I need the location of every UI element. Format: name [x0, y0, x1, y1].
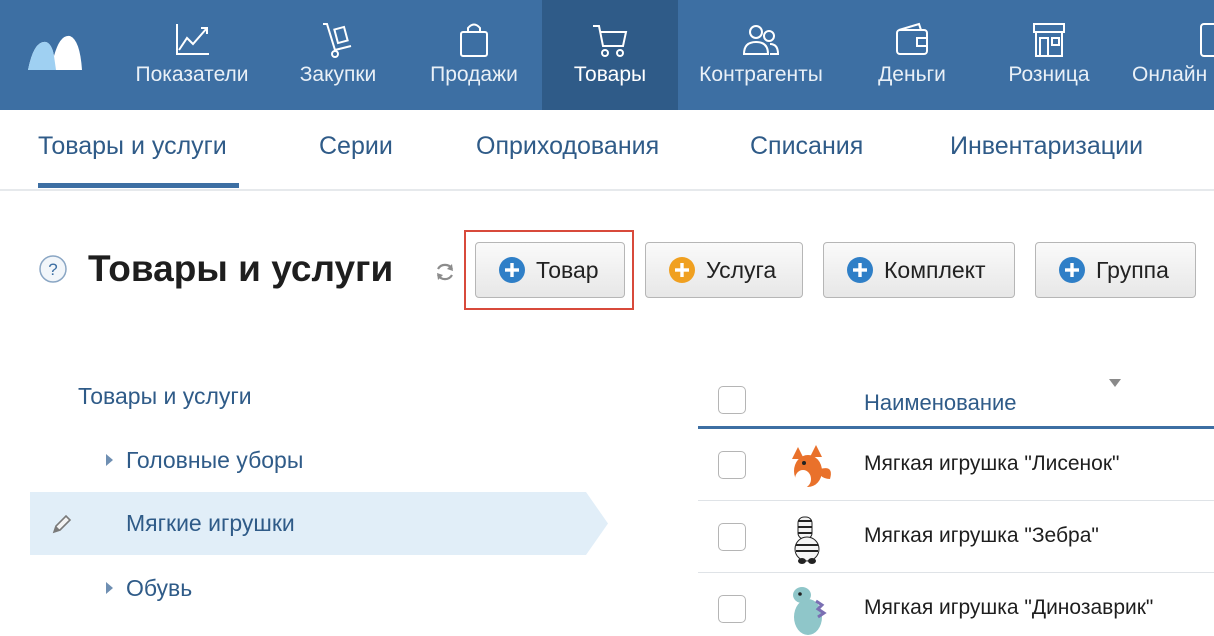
- expand-arrow-icon[interactable]: [106, 454, 113, 466]
- people-icon: [742, 25, 780, 55]
- nav-label: Товары: [573, 63, 647, 86]
- tree-selected-highlight: [30, 492, 608, 555]
- row-checkbox[interactable]: [718, 451, 746, 479]
- store-icon: [1033, 23, 1065, 57]
- hand-truck-icon: [323, 23, 352, 58]
- chart-icon: [176, 24, 209, 55]
- add-service-button[interactable]: Услуга: [645, 242, 803, 298]
- product-name[interactable]: Мягкая игрушка "Динозаврик": [864, 596, 1153, 620]
- nav-label: Закупки: [299, 63, 377, 86]
- logo-icon[interactable]: [26, 30, 86, 74]
- add-product-button[interactable]: Товар: [475, 242, 625, 298]
- add-group-button[interactable]: Группа: [1035, 242, 1196, 298]
- add-service-label: Услуга: [706, 256, 777, 283]
- tree-item-shoes[interactable]: Обувь: [126, 575, 192, 602]
- table-row[interactable]: Мягкая игрушка "Зебра": [698, 501, 1214, 573]
- add-kit-label: Комплект: [884, 256, 986, 283]
- plus-circle-icon: [847, 257, 873, 283]
- select-all-checkbox[interactable]: [718, 386, 746, 414]
- nav-label: Деньги: [878, 63, 946, 86]
- row-checkbox[interactable]: [718, 595, 746, 623]
- nav-item-products[interactable]: Товары: [542, 0, 678, 110]
- fox-toy-image: [792, 445, 831, 488]
- nav-label: Показатели: [135, 63, 249, 86]
- active-tab-indicator: [38, 183, 239, 188]
- tab-series[interactable]: Серии: [319, 132, 393, 161]
- add-product-label: Товар: [536, 256, 599, 283]
- pencil-icon[interactable]: [50, 512, 74, 536]
- plus-circle-icon: [1059, 257, 1085, 283]
- top-navigation-bar: Показатели Закупки Продажи Товары Контра…: [0, 0, 1214, 110]
- nav-item-sales[interactable]: Продажи: [410, 0, 538, 110]
- table-row[interactable]: Мягкая игрушка "Лисенок": [698, 429, 1214, 501]
- product-name[interactable]: Мягкая игрушка "Зебра": [864, 524, 1099, 548]
- add-kit-button[interactable]: Комплект: [823, 242, 1015, 298]
- products-table: Наименование Мягкая игрушка "Лисенок" Мя…: [698, 350, 1214, 636]
- tab-products-and-services[interactable]: Товары и услуги: [38, 132, 227, 161]
- nav-label: Онлайн: [1132, 63, 1208, 86]
- cart-icon: [593, 25, 628, 57]
- tab-receipts[interactable]: Оприходования: [476, 132, 659, 161]
- expand-arrow-icon[interactable]: [106, 582, 113, 594]
- table-row[interactable]: Мягкая игрушка "Динозаврик": [698, 573, 1214, 636]
- nav-item-retail[interactable]: Розница: [996, 0, 1102, 110]
- nav-label: Контрагенты: [699, 63, 823, 86]
- tree-item-headwear[interactable]: Головные уборы: [126, 447, 303, 474]
- dinosaur-toy-image: [793, 587, 827, 635]
- help-icon[interactable]: ?: [38, 254, 68, 284]
- refresh-icon[interactable]: [434, 261, 456, 283]
- wallet-icon: [896, 22, 928, 55]
- svg-text:?: ?: [48, 260, 57, 279]
- zebra-toy-image: [794, 516, 820, 564]
- nav-item-money[interactable]: Деньги: [860, 0, 964, 110]
- tree-item-soft-toys[interactable]: Мягкие игрушки: [126, 510, 295, 537]
- nav-label: Розница: [1008, 63, 1090, 86]
- nav-item-purchases[interactable]: Закупки: [282, 0, 394, 110]
- column-header-name[interactable]: Наименование: [864, 390, 1017, 416]
- row-checkbox[interactable]: [718, 523, 746, 551]
- sort-desc-icon[interactable]: [1108, 378, 1122, 388]
- add-group-label: Группа: [1096, 256, 1169, 283]
- plus-circle-icon: [499, 257, 525, 283]
- nav-item-counterparties[interactable]: Контрагенты: [690, 0, 832, 110]
- device-icon: [1200, 23, 1214, 57]
- sub-navigation: Товары и услуги Серии Оприходования Спис…: [0, 110, 1214, 191]
- nav-item-indicators[interactable]: Показатели: [116, 0, 268, 110]
- tab-write-offs[interactable]: Списания: [750, 132, 863, 161]
- tab-inventories[interactable]: Инвентаризации: [950, 132, 1143, 161]
- plus-circle-icon: [669, 257, 695, 283]
- shopping-bag-icon: [460, 23, 488, 57]
- product-name[interactable]: Мягкая игрушка "Лисенок": [864, 452, 1119, 476]
- nav-label: Продажи: [430, 63, 518, 86]
- tree-root[interactable]: Товары и услуги: [78, 383, 252, 410]
- page-title: Товары и услуги: [88, 248, 394, 289]
- nav-item-online[interactable]: Онлайн: [1132, 0, 1214, 110]
